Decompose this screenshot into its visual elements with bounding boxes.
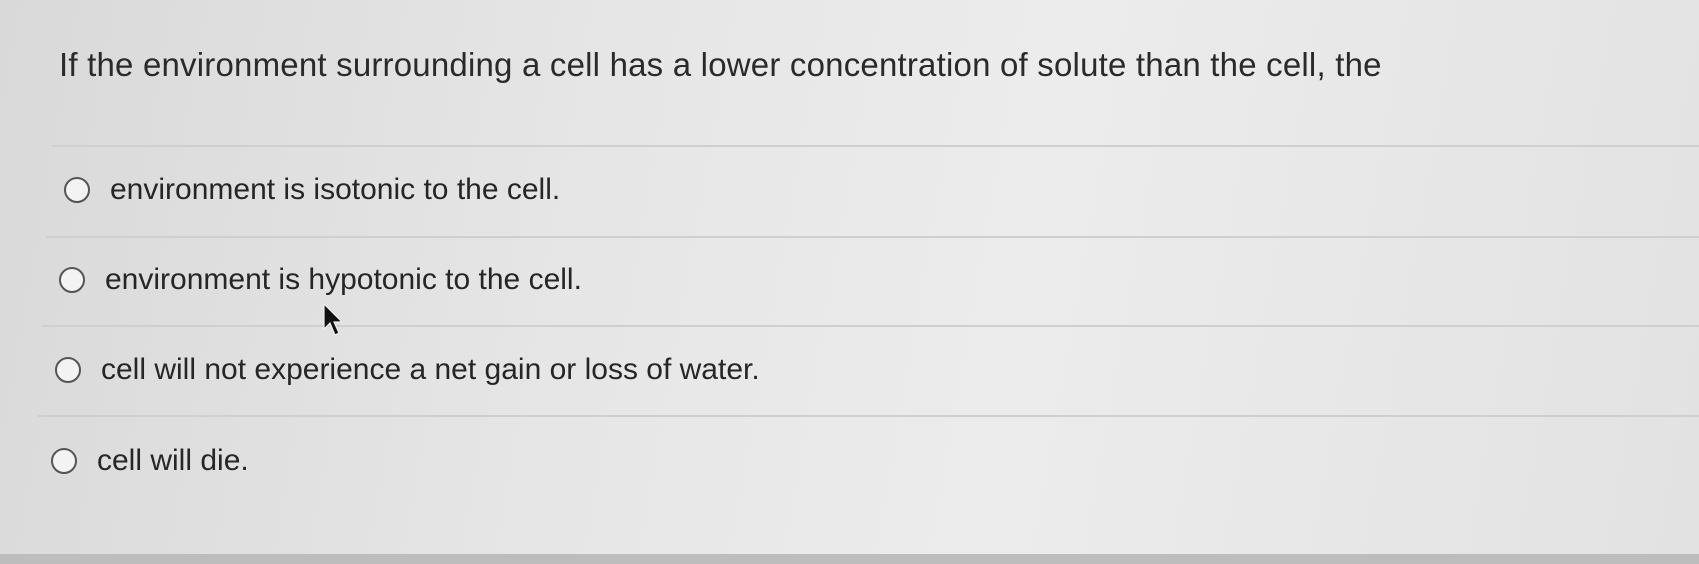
radio-unchecked-icon[interactable]	[51, 448, 77, 474]
question-text: If the environment surrounding a cell ha…	[59, 46, 1382, 83]
answer-option-label: cell will die.	[97, 444, 249, 477]
panel-bottom-border	[0, 554, 1699, 564]
divider	[38, 415, 1699, 417]
answer-option-2[interactable]: environment is hypotonic to the cell.	[59, 260, 582, 300]
answer-option-label: environment is hypotonic to the cell.	[105, 263, 582, 296]
answer-option-label: cell will not experience a net gain or l…	[101, 353, 760, 386]
divider	[46, 236, 1699, 238]
answer-option-3[interactable]: cell will not experience a net gain or l…	[55, 350, 760, 390]
mouse-pointer-icon	[323, 303, 344, 336]
radio-unchecked-icon[interactable]	[55, 357, 81, 383]
answer-option-label: environment is isotonic to the cell.	[110, 173, 561, 206]
radio-unchecked-icon[interactable]	[59, 267, 85, 293]
answer-option-4[interactable]: cell will die.	[51, 441, 249, 481]
divider	[42, 325, 1699, 327]
quiz-question-panel: If the environment surrounding a cell ha…	[0, 0, 1699, 564]
divider	[52, 145, 1699, 147]
answer-option-1[interactable]: environment is isotonic to the cell.	[64, 170, 560, 210]
radio-unchecked-icon[interactable]	[64, 177, 90, 203]
